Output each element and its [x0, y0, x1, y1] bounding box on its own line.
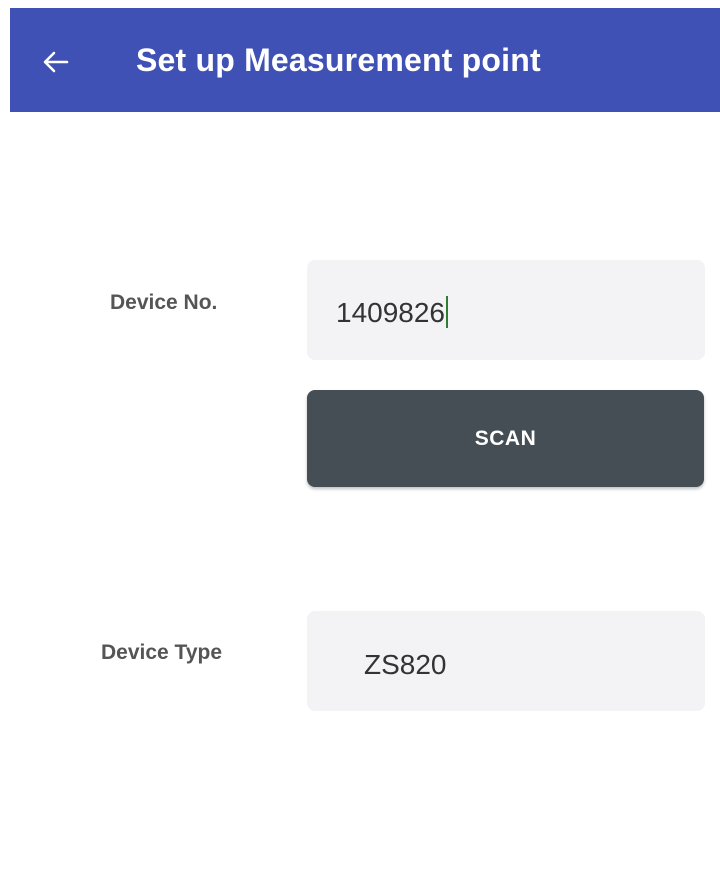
- device-no-value: 1409826: [336, 296, 449, 329]
- scan-button[interactable]: SCAN: [307, 390, 704, 487]
- device-type-value: ZS820: [364, 649, 447, 680]
- device-no-input[interactable]: 1409826: [307, 260, 705, 360]
- text-cursor: [446, 296, 449, 328]
- back-button[interactable]: [36, 44, 76, 84]
- device-no-label: Device No.: [110, 291, 218, 314]
- device-type-field[interactable]: ZS820: [307, 611, 705, 711]
- page-title: Set up Measurement point: [136, 42, 541, 78]
- app-bar: Set up Measurement point: [10, 8, 720, 112]
- device-type-label: Device Type: [101, 641, 223, 664]
- arrow-left-icon: [43, 51, 69, 78]
